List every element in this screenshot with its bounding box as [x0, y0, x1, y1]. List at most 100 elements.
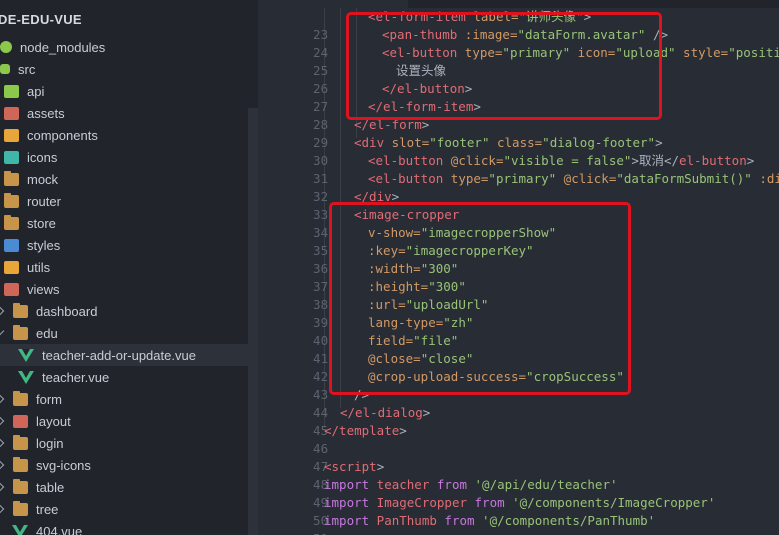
folder-icon [4, 192, 19, 208]
code-token: </template [324, 423, 400, 438]
code-token: > [422, 405, 431, 420]
tree-item-router[interactable]: router [0, 190, 258, 212]
project-header[interactable]: DE-EDU-VUE [0, 0, 258, 38]
code-line-45: 45 </el-dialog> [258, 404, 779, 438]
tree-item-utils[interactable]: utils [0, 256, 258, 278]
code-token: > [376, 459, 385, 474]
code-token: from [444, 513, 475, 528]
code-line-47: 47 [258, 440, 779, 474]
code-token: <el-button [368, 153, 444, 168]
folder-open-icon [13, 324, 28, 340]
tree-item-mock[interactable]: mock [0, 168, 258, 190]
code-token: </el-dialog [340, 405, 423, 420]
code-token: style= [675, 45, 729, 60]
folder-icon [13, 390, 28, 406]
tree-item-components[interactable]: components [0, 124, 258, 146]
code-line-50: 50 import ImageCropper from '@/component… [258, 494, 779, 528]
code-token: > [655, 135, 663, 150]
tree-item-label: store [27, 215, 56, 231]
tree-item-edu[interactable]: edu [0, 322, 258, 344]
code-line-51: 51 import PanThumb from '@/components/Pa… [258, 512, 779, 535]
tree-item-teacher-vue[interactable]: teacher.vue [0, 366, 258, 388]
tree-item-form[interactable]: form [0, 388, 258, 410]
tree-item-label: 404.vue [36, 523, 83, 535]
tree-item-icons[interactable]: icons [0, 146, 258, 168]
tree-item-teacher-add-or-update[interactable]: teacher-add-or-update.vue [0, 344, 248, 366]
src-folder-icon [0, 64, 10, 74]
code-token: "primary" [488, 171, 557, 186]
tree-item-dashboard[interactable]: dashboard [0, 300, 258, 322]
chevron-right-icon [0, 416, 5, 426]
tree-item-src[interactable]: src [0, 58, 258, 80]
tree-item-api[interactable]: api [0, 80, 258, 102]
code-token: >取消</ [631, 153, 679, 168]
vue-file-icon [18, 348, 34, 362]
code-token: :disa [759, 171, 779, 186]
tab-bar [258, 0, 779, 8]
code-token: class= [489, 135, 543, 150]
code-token: "position [728, 45, 779, 60]
highlight-box-image-cropper [329, 202, 631, 395]
code-line-32: 32 <el-button type="primary" @click="dat… [258, 170, 779, 204]
code-token: PanThumb [369, 513, 445, 528]
code-token: ImageCropper [369, 495, 475, 510]
tree-item-label: utils [27, 259, 51, 275]
tree-item-label: table [36, 479, 65, 495]
tree-item-label: teacher.vue [42, 369, 110, 385]
code-line-46: 46 </template> [258, 422, 779, 456]
api-folder-icon [4, 84, 19, 98]
styles-folder-icon [4, 238, 19, 252]
chevron-down-icon [0, 326, 5, 336]
tree-item-node-modules[interactable]: node_modules [0, 36, 258, 58]
code-line-31: 31 <el-button @click="visible = false">取… [258, 152, 779, 186]
tree-item-svg-icons[interactable]: svg-icons [0, 454, 258, 476]
chevron-right-icon [0, 504, 5, 514]
node-modules-icon [0, 41, 12, 53]
highlight-box-avatar [346, 12, 662, 120]
code-line-48: 48 <script> [258, 458, 779, 492]
folder-icon [13, 456, 28, 472]
tree-item-label: teacher-add-or-update.vue [42, 347, 196, 363]
folder-icon [4, 170, 19, 186]
tree-item-label: edu [36, 325, 58, 341]
file-tree-sidebar: DE-EDU-VUE node_modules src api assets c… [0, 0, 258, 535]
line-number: 51 [288, 530, 328, 535]
folder-icon [13, 302, 28, 318]
tree-item-assets[interactable]: assets [0, 102, 258, 124]
tree-item-views[interactable]: views [0, 278, 258, 300]
code-token: <el-button [368, 171, 444, 186]
code-token: "footer" [429, 135, 490, 150]
tree-item-tree[interactable]: tree [0, 498, 258, 520]
project-title: DE-EDU-VUE [0, 11, 82, 27]
code-token: <script [324, 459, 377, 474]
code-token: import [324, 477, 370, 492]
code-token: "visible = false" [503, 153, 632, 168]
code-token: @click= [556, 171, 617, 186]
code-editor[interactable]: 23 <el-form-item label="讲师头像"> 24 <pan-t… [258, 0, 779, 535]
code-token: '@/components/ImageCropper' [504, 495, 716, 510]
code-token: from [436, 477, 467, 492]
tree-item-404-vue[interactable]: 404.vue [0, 520, 258, 535]
code-token: @click= [443, 153, 504, 168]
chevron-right-icon [0, 394, 5, 404]
tree-item-store[interactable]: store [0, 212, 258, 234]
chevron-right-icon [0, 306, 5, 316]
code-token: teacher [369, 477, 437, 492]
tree-item-login[interactable]: login [0, 432, 258, 454]
tree-item-table[interactable]: table [0, 476, 258, 498]
code-token: import [324, 513, 370, 528]
layout-folder-icon [13, 414, 28, 428]
chevron-right-icon [0, 482, 5, 492]
tree-item-label: node_modules [20, 39, 106, 55]
chevron-right-icon [0, 460, 5, 470]
tree-item-styles[interactable]: styles [0, 234, 258, 256]
tree-item-label: src [18, 61, 36, 77]
tree-item-label: icons [27, 149, 58, 165]
icons-folder-icon [4, 150, 19, 164]
code-token: "dialog-footer" [542, 135, 656, 150]
folder-icon [13, 500, 28, 516]
tree-item-layout[interactable]: layout [0, 410, 258, 432]
code-token: > [746, 153, 755, 168]
vue-file-icon [18, 370, 34, 384]
code-token: slot= [384, 135, 430, 150]
